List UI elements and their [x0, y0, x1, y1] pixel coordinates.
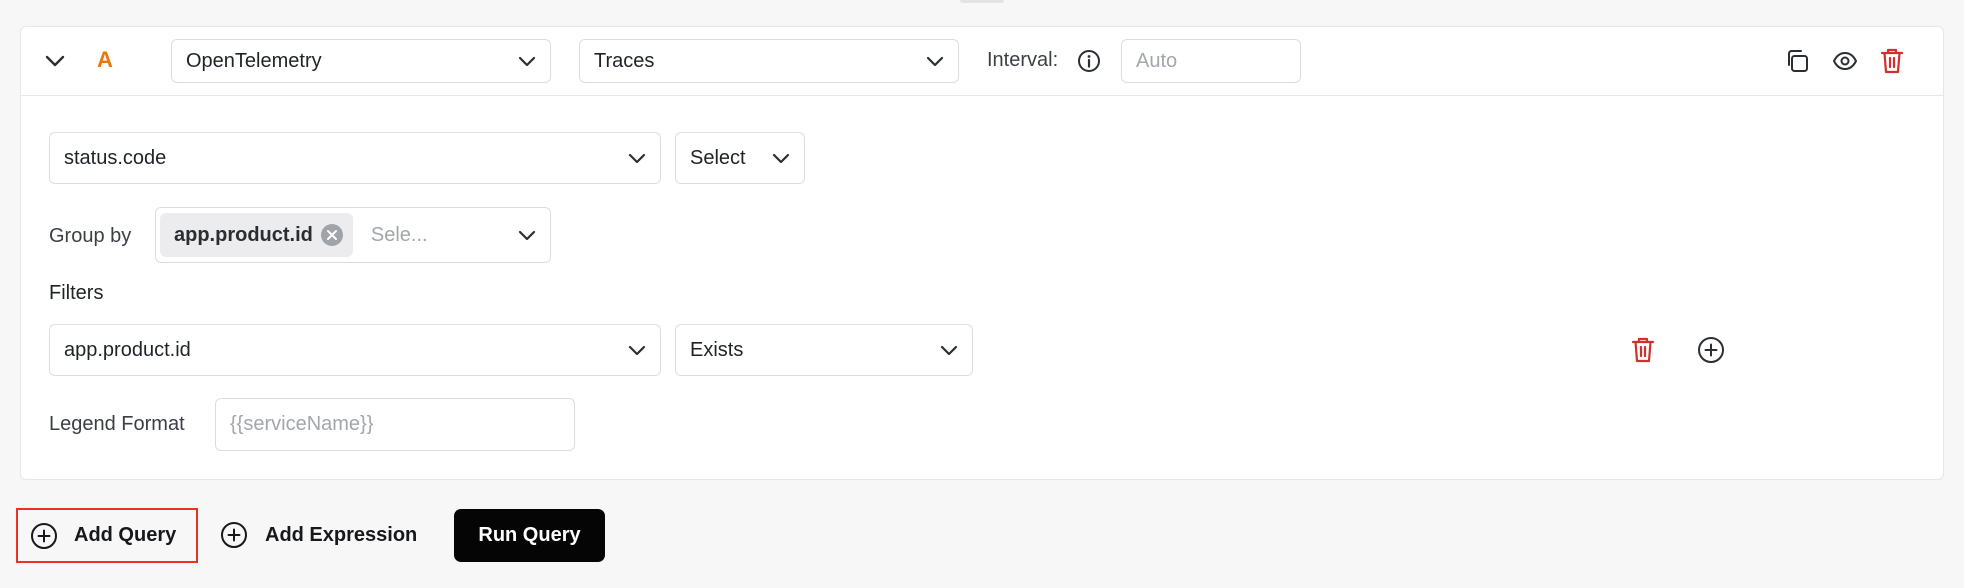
- filters-label: Filters: [49, 282, 104, 304]
- query-header: A OpenTelemetry Traces Interval: Auto: [21, 27, 1943, 96]
- query-letter: A: [97, 47, 113, 72]
- legend-format-label: Legend Format: [49, 413, 185, 435]
- chevron-down-icon: [518, 230, 536, 241]
- collapse-chevron-icon[interactable]: [41, 49, 69, 73]
- data-source-select[interactable]: OpenTelemetry: [171, 39, 551, 83]
- aggregation-value: Select: [690, 146, 746, 169]
- run-query-label: Run Query: [478, 524, 581, 546]
- group-by-chip-label: app.product.id: [174, 223, 313, 246]
- group-by-label: Group by: [49, 225, 132, 247]
- filter-operator-select[interactable]: Exists: [675, 324, 973, 376]
- add-expression-button[interactable]: Add Expression: [220, 521, 417, 549]
- group-by-select[interactable]: app.product.id Sele...: [155, 207, 551, 263]
- group-by-chip: app.product.id: [160, 213, 353, 257]
- legend-format-input[interactable]: {{serviceName}}: [215, 398, 575, 451]
- metric-value: status.code: [64, 146, 167, 169]
- plus-circle-icon: [221, 522, 247, 548]
- copy-icon[interactable]: [1783, 47, 1811, 75]
- filter-key-select[interactable]: app.product.id: [49, 324, 661, 376]
- query-card: A OpenTelemetry Traces Interval: Auto st…: [20, 26, 1944, 480]
- aggregation-select[interactable]: Select: [675, 132, 805, 184]
- interval-label: Interval:: [987, 49, 1059, 71]
- signal-value: Traces: [594, 49, 655, 72]
- chevron-down-icon: [940, 345, 958, 356]
- chevron-down-icon: [628, 345, 646, 356]
- data-source-value: OpenTelemetry: [186, 49, 322, 72]
- chevron-down-icon: [628, 153, 646, 164]
- filter-key-value: app.product.id: [64, 338, 191, 361]
- run-query-button[interactable]: Run Query: [454, 509, 605, 562]
- eye-icon[interactable]: [1831, 47, 1859, 75]
- add-expression-label: Add Expression: [265, 523, 418, 546]
- plus-circle-icon: [31, 522, 57, 549]
- info-icon[interactable]: [1077, 49, 1101, 73]
- group-by-placeholder: Sele...: [370, 223, 428, 246]
- chevron-down-icon: [518, 56, 536, 67]
- interval-input[interactable]: Auto: [1121, 39, 1301, 83]
- interval-placeholder: Auto: [1136, 49, 1178, 72]
- legend-format-placeholder: {{serviceName}}: [230, 413, 374, 435]
- close-circle-icon[interactable]: [320, 224, 343, 246]
- add-filter-plus-circle-icon[interactable]: [1697, 336, 1725, 364]
- trash-icon[interactable]: [1878, 46, 1906, 76]
- chevron-down-icon: [772, 153, 790, 164]
- filter-operator-value: Exists: [690, 338, 744, 361]
- add-query-label: Add Query: [74, 524, 177, 546]
- add-query-button[interactable]: Add Query: [16, 508, 198, 563]
- chevron-down-icon: [926, 56, 944, 67]
- metric-select[interactable]: status.code: [49, 132, 661, 184]
- signal-select[interactable]: Traces: [579, 39, 959, 83]
- filter-trash-icon[interactable]: [1629, 335, 1657, 365]
- top-drag-handle: [960, 0, 1004, 3]
